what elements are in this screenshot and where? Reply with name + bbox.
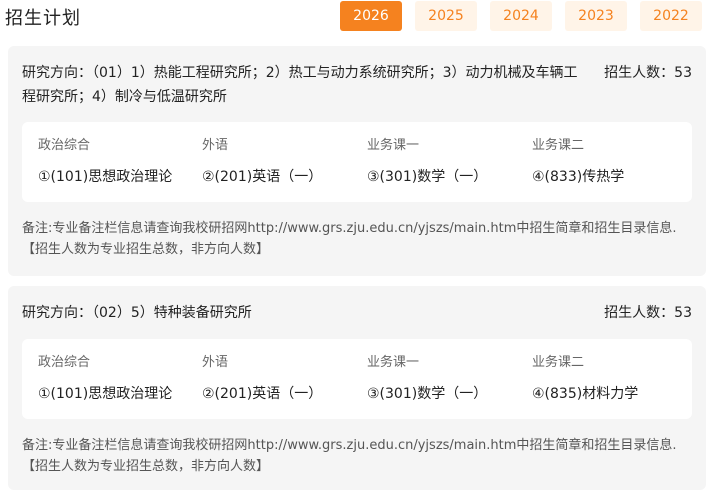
subject-label: 业务课一 xyxy=(367,355,420,370)
enrollment-quota: 招生人数：53 xyxy=(604,305,692,321)
subject-value: ③(301)数学（一） xyxy=(367,169,488,185)
header: 招生计划 2026 2025 2024 2023 2022 xyxy=(0,0,710,40)
subject-course-two: 业务课二 ④(833)传热学 xyxy=(532,136,624,188)
subject-value: ②(201)英语（一） xyxy=(202,386,323,402)
page-title: 招生计划 xyxy=(5,8,81,29)
subject-course-one: 业务课一 ③(301)数学（一） xyxy=(367,136,487,188)
subject-label: 业务课二 xyxy=(532,138,585,153)
subject-foreign-language: 外语 ②(201)英语（一） xyxy=(202,353,322,405)
subject-politics: 政治综合 ①(101)思想政治理论 xyxy=(38,136,172,188)
research-direction: 研究方向：（02）5）特种装备研究所 xyxy=(22,305,252,321)
subject-value: ①(101)思想政治理论 xyxy=(38,169,173,185)
year-tab-2023[interactable]: 2023 xyxy=(565,1,627,31)
subject-label: 业务课二 xyxy=(532,355,585,370)
exam-subjects: 政治综合 ①(101)思想政治理论 外语 ②(201)英语（一） 业务课一 ③(… xyxy=(22,339,692,419)
subject-value: ②(201)英语（一） xyxy=(202,169,323,185)
subject-value: ①(101)思想政治理论 xyxy=(38,386,173,402)
subject-course-two: 业务课二 ④(835)材料力学 xyxy=(532,353,638,405)
year-tabs: 2026 2025 2024 2023 2022 xyxy=(340,1,702,31)
subject-value: ④(833)传热学 xyxy=(532,169,625,185)
remark-note: 备注:专业备注栏信息请查询我校研招网http://www.grs.zju.edu… xyxy=(22,438,677,474)
subject-value: ③(301)数学（一） xyxy=(367,386,488,402)
year-tab-2025[interactable]: 2025 xyxy=(415,1,477,31)
plan-card: 研究方向：（02）5）特种装备研究所 招生人数：53 政治综合 ①(101)思想… xyxy=(8,286,706,490)
exam-subjects: 政治综合 ①(101)思想政治理论 外语 ②(201)英语（一） 业务课一 ③(… xyxy=(22,122,692,202)
subject-value: ④(835)材料力学 xyxy=(532,386,639,402)
remark-note: 备注:专业备注栏信息请查询我校研招网http://www.grs.zju.edu… xyxy=(22,221,677,257)
subject-foreign-language: 外语 ②(201)英语（一） xyxy=(202,136,322,188)
year-tab-2026[interactable]: 2026 xyxy=(340,1,402,31)
plan-card: 研究方向：（01）1）热能工程研究所；2）热工与动力系统研究所；3）动力机械及车… xyxy=(8,46,706,276)
enrollment-quota: 招生人数：53 xyxy=(604,65,692,81)
subject-course-one: 业务课一 ③(301)数学（一） xyxy=(367,353,487,405)
subject-label: 政治综合 xyxy=(38,138,91,153)
research-direction: 研究方向：（01）1）热能工程研究所；2）热工与动力系统研究所；3）动力机械及车… xyxy=(22,65,578,105)
subject-label: 外语 xyxy=(202,138,229,153)
year-tab-2022[interactable]: 2022 xyxy=(640,1,702,31)
subject-label: 外语 xyxy=(202,355,229,370)
direction-row: 研究方向：（01）1）热能工程研究所；2）热工与动力系统研究所；3）动力机械及车… xyxy=(22,61,692,109)
year-tab-2024[interactable]: 2024 xyxy=(490,1,552,31)
subject-politics: 政治综合 ①(101)思想政治理论 xyxy=(38,353,172,405)
direction-row: 研究方向：（02）5）特种装备研究所 招生人数：53 xyxy=(22,301,692,325)
subject-label: 业务课一 xyxy=(367,138,420,153)
subject-label: 政治综合 xyxy=(38,355,91,370)
